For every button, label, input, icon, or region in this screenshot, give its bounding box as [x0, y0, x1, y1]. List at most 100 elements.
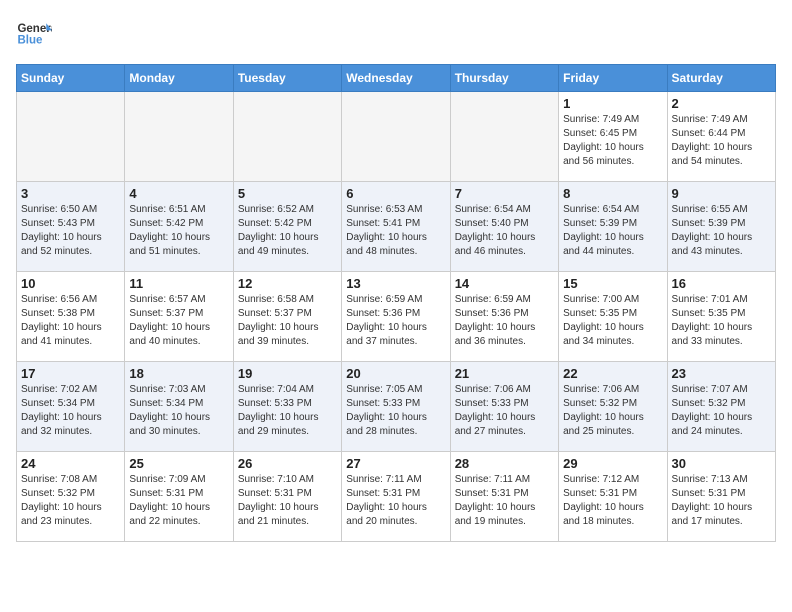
- weekday-header: Tuesday: [233, 65, 341, 92]
- day-number: 17: [21, 366, 120, 381]
- day-info: Sunrise: 6:59 AM Sunset: 5:36 PM Dayligh…: [346, 293, 445, 349]
- day-number: 30: [672, 456, 771, 471]
- day-number: 11: [129, 276, 228, 291]
- calendar-day-cell: [342, 92, 450, 182]
- day-number: 15: [563, 276, 662, 291]
- calendar-day-cell: 24 Sunrise: 7:08 AM Sunset: 5:32 PM Dayli…: [17, 452, 125, 542]
- day-number: 4: [129, 186, 228, 201]
- svg-text:Blue: Blue: [17, 34, 43, 46]
- day-number: 9: [672, 186, 771, 201]
- day-info: Sunrise: 7:12 AM Sunset: 5:31 PM Dayligh…: [563, 473, 662, 529]
- calendar-day-cell: [450, 92, 558, 182]
- page-header: General Blue: [16, 16, 776, 52]
- day-number: 20: [346, 366, 445, 381]
- calendar-day-cell: 10Sunrise: 6:56 AM Sunset: 5:38 PM Dayli…: [17, 272, 125, 362]
- calendar-week-row: 10Sunrise: 6:56 AM Sunset: 5:38 PM Dayli…: [17, 272, 776, 362]
- day-number: 24: [21, 456, 120, 471]
- calendar-day-cell: 4 Sunrise: 6:51 AM Sunset: 5:42 PM Daylig…: [125, 182, 233, 272]
- day-info: Sunrise: 7:06 AM Sunset: 5:33 PM Dayligh…: [455, 383, 554, 439]
- day-number: 18: [129, 366, 228, 381]
- day-number: 16: [672, 276, 771, 291]
- day-info: Sunrise: 6:53 AM Sunset: 5:41 PM Dayligh…: [346, 203, 445, 259]
- day-number: 28: [455, 456, 554, 471]
- day-info: Sunrise: 7:10 AM Sunset: 5:31 PM Dayligh…: [238, 473, 337, 529]
- weekday-header: Thursday: [450, 65, 558, 92]
- calendar-day-cell: 23 Sunrise: 7:07 AM Sunset: 5:32 PM Dayli…: [667, 362, 775, 452]
- day-number: 12: [238, 276, 337, 291]
- calendar-day-cell: 30 Sunrise: 7:13 AM Sunset: 5:31 PM Dayli…: [667, 452, 775, 542]
- calendar-day-cell: 15Sunrise: 7:00 AM Sunset: 5:35 PM Dayli…: [559, 272, 667, 362]
- day-number: 10: [21, 276, 120, 291]
- calendar-week-row: 24 Sunrise: 7:08 AM Sunset: 5:32 PM Dayli…: [17, 452, 776, 542]
- calendar-day-cell: [233, 92, 341, 182]
- logo: General Blue: [16, 16, 56, 52]
- day-info: Sunrise: 7:49 AM Sunset: 6:45 PM Dayligh…: [563, 113, 662, 169]
- day-info: Sunrise: 6:57 AM Sunset: 5:37 PM Dayligh…: [129, 293, 228, 349]
- calendar-table: SundayMondayTuesdayWednesdayThursdayFrid…: [16, 64, 776, 542]
- calendar-day-cell: 14 Sunrise: 6:59 AM Sunset: 5:36 PM Dayli…: [450, 272, 558, 362]
- calendar-day-cell: 26 Sunrise: 7:10 AM Sunset: 5:31 PM Dayli…: [233, 452, 341, 542]
- calendar-day-cell: 19Sunrise: 7:04 AM Sunset: 5:33 PM Dayli…: [233, 362, 341, 452]
- calendar-day-cell: 1 Sunrise: 7:49 AM Sunset: 6:45 PM Daylig…: [559, 92, 667, 182]
- day-number: 7: [455, 186, 554, 201]
- day-info: Sunrise: 7:04 AM Sunset: 5:33 PM Dayligh…: [238, 383, 337, 439]
- day-info: Sunrise: 6:59 AM Sunset: 5:36 PM Dayligh…: [455, 293, 554, 349]
- calendar-day-cell: 3 Sunrise: 6:50 AM Sunset: 5:43 PM Daylig…: [17, 182, 125, 272]
- day-info: Sunrise: 7:49 AM Sunset: 6:44 PM Dayligh…: [672, 113, 771, 169]
- day-number: 27: [346, 456, 445, 471]
- day-info: Sunrise: 6:50 AM Sunset: 5:43 PM Dayligh…: [21, 203, 120, 259]
- calendar-day-cell: 20 Sunrise: 7:05 AM Sunset: 5:33 PM Dayli…: [342, 362, 450, 452]
- day-info: Sunrise: 6:52 AM Sunset: 5:42 PM Dayligh…: [238, 203, 337, 259]
- calendar-day-cell: 2 Sunrise: 7:49 AM Sunset: 6:44 PM Daylig…: [667, 92, 775, 182]
- calendar-day-cell: 28Sunrise: 7:11 AM Sunset: 5:31 PM Dayli…: [450, 452, 558, 542]
- day-number: 3: [21, 186, 120, 201]
- day-info: Sunrise: 7:03 AM Sunset: 5:34 PM Dayligh…: [129, 383, 228, 439]
- weekday-header: Friday: [559, 65, 667, 92]
- day-number: 8: [563, 186, 662, 201]
- day-number: 2: [672, 96, 771, 111]
- day-number: 23: [672, 366, 771, 381]
- logo-icon: General Blue: [16, 16, 52, 52]
- calendar-day-cell: 13 Sunrise: 6:59 AM Sunset: 5:36 PM Dayli…: [342, 272, 450, 362]
- day-info: Sunrise: 6:51 AM Sunset: 5:42 PM Dayligh…: [129, 203, 228, 259]
- calendar-week-row: 3 Sunrise: 6:50 AM Sunset: 5:43 PM Daylig…: [17, 182, 776, 272]
- calendar-day-cell: 18 Sunrise: 7:03 AM Sunset: 5:34 PM Dayli…: [125, 362, 233, 452]
- calendar-day-cell: 5 Sunrise: 6:52 AM Sunset: 5:42 PM Daylig…: [233, 182, 341, 272]
- day-info: Sunrise: 7:06 AM Sunset: 5:32 PM Dayligh…: [563, 383, 662, 439]
- weekday-header: Sunday: [17, 65, 125, 92]
- calendar-day-cell: 8 Sunrise: 6:54 AM Sunset: 5:39 PM Daylig…: [559, 182, 667, 272]
- weekday-header: Saturday: [667, 65, 775, 92]
- day-info: Sunrise: 6:54 AM Sunset: 5:39 PM Dayligh…: [563, 203, 662, 259]
- calendar-header-row: SundayMondayTuesdayWednesdayThursdayFrid…: [17, 65, 776, 92]
- calendar-day-cell: [125, 92, 233, 182]
- calendar-week-row: 1 Sunrise: 7:49 AM Sunset: 6:45 PM Daylig…: [17, 92, 776, 182]
- calendar-day-cell: 29 Sunrise: 7:12 AM Sunset: 5:31 PM Dayli…: [559, 452, 667, 542]
- calendar-week-row: 17Sunrise: 7:02 AM Sunset: 5:34 PM Dayli…: [17, 362, 776, 452]
- calendar-day-cell: 12 Sunrise: 6:58 AM Sunset: 5:37 PM Dayli…: [233, 272, 341, 362]
- day-number: 21: [455, 366, 554, 381]
- day-info: Sunrise: 7:05 AM Sunset: 5:33 PM Dayligh…: [346, 383, 445, 439]
- day-info: Sunrise: 7:01 AM Sunset: 5:35 PM Dayligh…: [672, 293, 771, 349]
- calendar-day-cell: 16 Sunrise: 7:01 AM Sunset: 5:35 PM Dayli…: [667, 272, 775, 362]
- calendar-day-cell: 7 Sunrise: 6:54 AM Sunset: 5:40 PM Daylig…: [450, 182, 558, 272]
- day-number: 26: [238, 456, 337, 471]
- day-info: Sunrise: 6:58 AM Sunset: 5:37 PM Dayligh…: [238, 293, 337, 349]
- day-info: Sunrise: 6:55 AM Sunset: 5:39 PM Dayligh…: [672, 203, 771, 259]
- day-number: 5: [238, 186, 337, 201]
- day-info: Sunrise: 7:13 AM Sunset: 5:31 PM Dayligh…: [672, 473, 771, 529]
- calendar-day-cell: 17Sunrise: 7:02 AM Sunset: 5:34 PM Dayli…: [17, 362, 125, 452]
- calendar-day-cell: 22Sunrise: 7:06 AM Sunset: 5:32 PM Dayli…: [559, 362, 667, 452]
- day-number: 6: [346, 186, 445, 201]
- day-number: 13: [346, 276, 445, 291]
- day-number: 1: [563, 96, 662, 111]
- weekday-header: Monday: [125, 65, 233, 92]
- day-info: Sunrise: 7:07 AM Sunset: 5:32 PM Dayligh…: [672, 383, 771, 439]
- day-info: Sunrise: 7:09 AM Sunset: 5:31 PM Dayligh…: [129, 473, 228, 529]
- day-number: 25: [129, 456, 228, 471]
- day-number: 14: [455, 276, 554, 291]
- calendar-day-cell: 27Sunrise: 7:11 AM Sunset: 5:31 PM Dayli…: [342, 452, 450, 542]
- day-number: 29: [563, 456, 662, 471]
- day-info: Sunrise: 6:54 AM Sunset: 5:40 PM Dayligh…: [455, 203, 554, 259]
- weekday-header: Wednesday: [342, 65, 450, 92]
- day-info: Sunrise: 7:08 AM Sunset: 5:32 PM Dayligh…: [21, 473, 120, 529]
